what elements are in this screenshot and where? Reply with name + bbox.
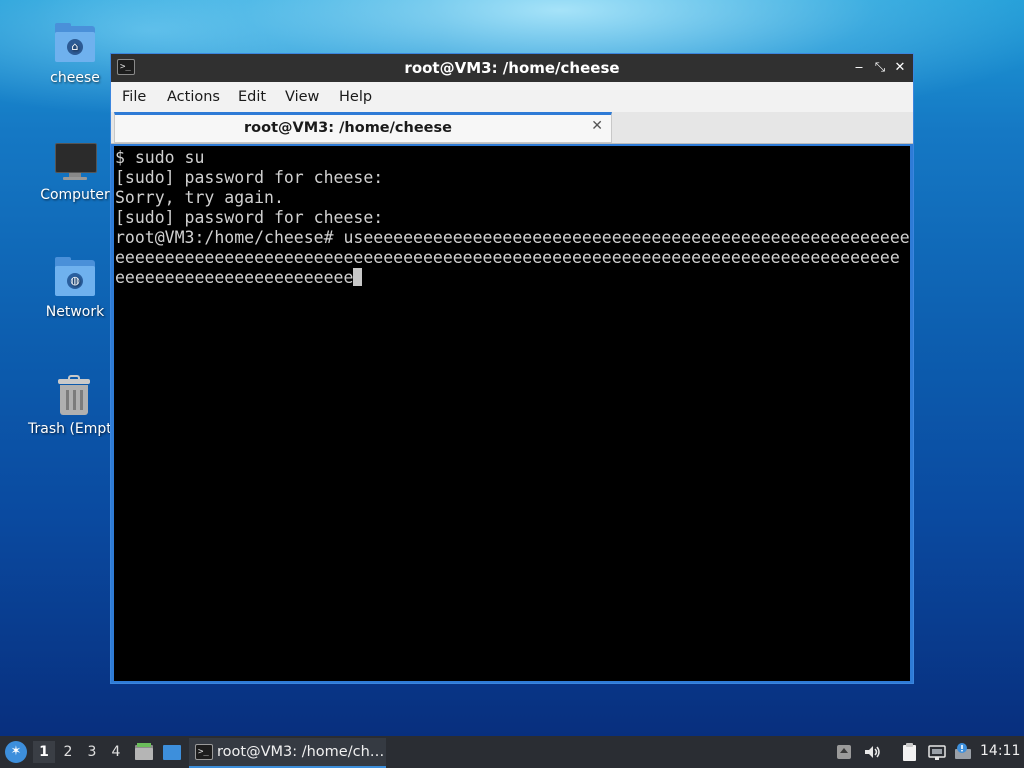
network-folder-icon: ◍	[53, 256, 97, 300]
tab-bar: root@VM3: /home/cheese ✕	[111, 112, 913, 144]
lubuntu-start-icon[interactable]: ✶	[5, 741, 27, 763]
minimize-button[interactable]: ‒	[849, 58, 869, 78]
home-folder-icon: ⌂	[53, 22, 97, 66]
workspace-3-button[interactable]: 3	[81, 741, 103, 763]
maximize-button[interactable]: ⤡	[870, 58, 890, 78]
window-titlebar[interactable]: >_ root@VM3: /home/cheese ‒ ⤡ ✕	[111, 54, 913, 82]
volume-icon[interactable]	[861, 741, 883, 763]
terminal-line: $ sudo su	[115, 148, 205, 167]
terminal-line: root@VM3:/home/cheese# useeeeeeeeeeeeeee…	[115, 228, 910, 247]
terminal-input-text: eeeeeeeeeeeeeeeeeeeeeeee	[115, 268, 354, 287]
menu-view[interactable]: View	[285, 89, 319, 105]
terminal-line: eeeeeeeeeeeeeeeeeeeeeeeeeeeeeeeeeeeeeeee…	[115, 248, 900, 267]
computer-icon	[53, 139, 97, 183]
terminal-output[interactable]: $ sudo su [sudo] password for cheese: So…	[114, 146, 910, 681]
terminal-icon: >_	[195, 744, 213, 760]
desktop-background: ⌂ cheese Computer ◍ Network Trash (Empt …	[0, 0, 1024, 736]
network-icon[interactable]	[926, 741, 948, 763]
taskbar: ✶ 1 2 3 4 >_ root@VM3: /home/ch… 14:11	[0, 736, 1024, 768]
desktop-icon-trash[interactable]: Trash (Empt	[18, 373, 114, 437]
workspace-4-button[interactable]: 4	[105, 741, 127, 763]
taskbar-task-terminal[interactable]: >_ root@VM3: /home/ch…	[189, 738, 386, 768]
close-button[interactable]: ✕	[890, 58, 910, 78]
window-title: root@VM3: /home/cheese	[404, 59, 620, 77]
trash-icon	[52, 373, 96, 417]
menu-bar: File Actions Edit View Help	[111, 82, 913, 112]
upload-icon[interactable]	[833, 741, 855, 763]
workspace-2-button[interactable]: 2	[57, 741, 79, 763]
clipboard-icon[interactable]	[898, 741, 920, 763]
show-desktop-icon[interactable]	[161, 741, 183, 763]
clock[interactable]: 14:11	[980, 743, 1020, 759]
text-cursor	[353, 268, 363, 286]
menu-edit[interactable]: Edit	[238, 89, 266, 105]
terminal-line: [sudo] password for cheese:	[115, 208, 384, 227]
desktop-icon-label: Trash (Empt	[28, 421, 112, 437]
file-manager-icon[interactable]	[133, 741, 155, 763]
workspace-1-button[interactable]: 1	[33, 741, 55, 763]
terminal-current-line: eeeeeeeeeeeeeeeeeeeeeeee	[115, 268, 910, 288]
tab-label: root@VM3: /home/cheese	[244, 120, 452, 136]
update-notifier-icon[interactable]	[952, 741, 974, 763]
taskbar-task-label: root@VM3: /home/ch…	[217, 744, 385, 760]
tab-close-icon[interactable]: ✕	[591, 118, 603, 134]
terminal-line: Sorry, try again.	[115, 188, 284, 207]
terminal-window[interactable]: >_ root@VM3: /home/cheese ‒ ⤡ ✕ File Act…	[110, 53, 914, 684]
menu-help[interactable]: Help	[339, 89, 372, 105]
tab-terminal[interactable]: root@VM3: /home/cheese ✕	[114, 112, 612, 143]
menu-file[interactable]: File	[122, 89, 146, 105]
terminal-line: [sudo] password for cheese:	[115, 168, 384, 187]
menu-actions[interactable]: Actions	[167, 89, 220, 105]
